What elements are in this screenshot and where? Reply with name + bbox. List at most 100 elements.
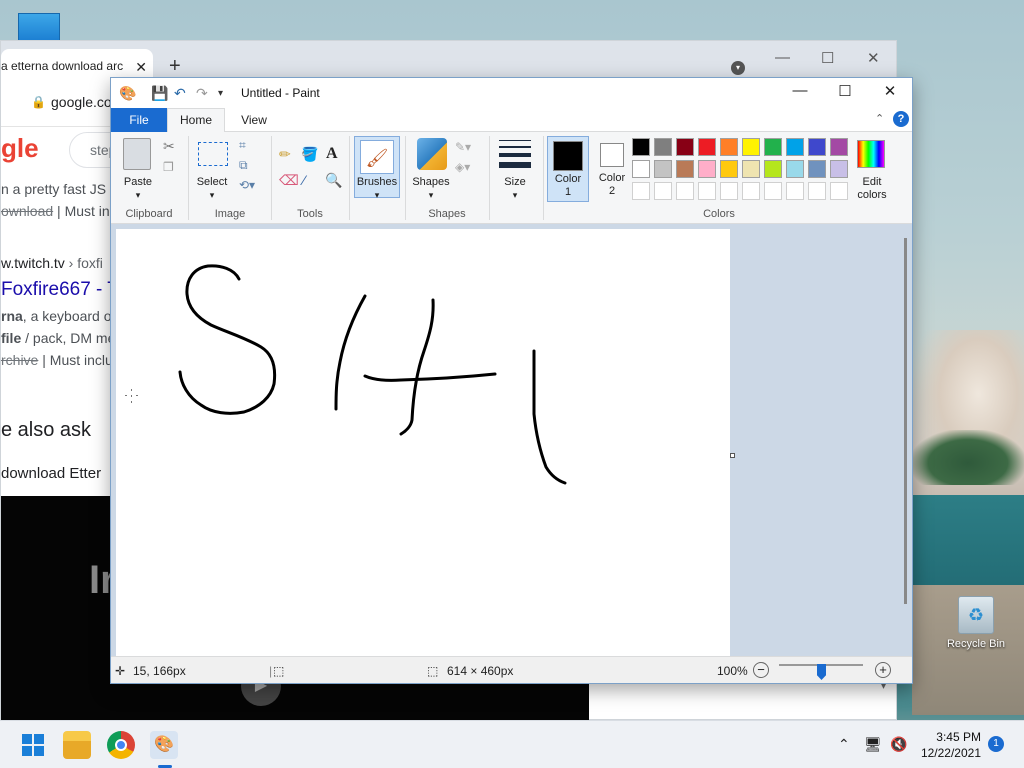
palette-swatch[interactable] (830, 182, 848, 200)
size-button[interactable]: Size (493, 176, 537, 189)
tab-file[interactable]: File (111, 108, 167, 132)
rotate-icon[interactable]: ⟲▾ (239, 178, 255, 192)
zoom-out-button[interactable]: − (753, 662, 769, 678)
drawing-canvas[interactable] (116, 229, 730, 656)
tab-home[interactable]: Home (167, 108, 225, 133)
palette-swatch[interactable] (698, 160, 716, 178)
zoom-slider-thumb[interactable] (817, 664, 826, 680)
collapse-ribbon-icon[interactable]: ⌃ (875, 112, 884, 125)
cut-icon[interactable]: ✂ (163, 138, 175, 155)
palette-swatch[interactable] (742, 138, 760, 156)
paint-app-icon[interactable]: 🎨 (119, 85, 136, 102)
network-icon[interactable]: 🖥 (864, 736, 882, 753)
size-dropdown-icon[interactable]: ▾ (493, 189, 537, 202)
chrome-minimize-button[interactable]: — (775, 49, 790, 66)
people-also-ask-question[interactable]: download Etter (1, 465, 101, 482)
desktop-folder-icon[interactable] (18, 13, 60, 43)
select-button[interactable]: Select (191, 176, 233, 189)
palette-swatch[interactable] (632, 182, 650, 200)
customize-toolbar-icon[interactable]: ▾ (218, 88, 223, 99)
shapes-dropdown-icon[interactable]: ▾ (409, 189, 453, 202)
color1-button[interactable]: Color 1 (547, 136, 589, 202)
tab-search-icon[interactable]: ▾ (731, 61, 745, 75)
scrollbar-thumb[interactable] (904, 238, 907, 604)
volume-muted-icon[interactable]: 🔇 (890, 736, 907, 753)
paste-icon[interactable] (123, 138, 151, 170)
palette-swatch[interactable] (676, 160, 694, 178)
outline-icon[interactable]: ✎▾ (455, 140, 471, 154)
select-dropdown-icon[interactable]: ▾ (191, 189, 233, 202)
palette-swatch[interactable] (764, 182, 782, 200)
shapes-icon[interactable] (417, 138, 447, 170)
chrome-close-button[interactable]: ✕ (867, 49, 880, 67)
fill-icon[interactable]: 🪣 (301, 146, 318, 163)
palette-swatch[interactable] (720, 182, 738, 200)
paint-close-button[interactable]: ✕ (867, 82, 913, 104)
palette-swatch[interactable] (654, 160, 672, 178)
tab-view[interactable]: View (229, 108, 279, 132)
palette-swatch[interactable] (786, 160, 804, 178)
chrome-maximize-button[interactable]: ☐ (821, 49, 834, 67)
google-logo[interactable]: gle (1, 133, 39, 164)
palette-swatch[interactable] (830, 138, 848, 156)
color2-button[interactable]: Color 2 (591, 136, 633, 202)
taskbar-clock[interactable]: 3:45 PM 12/22/2021 (915, 729, 981, 761)
pencil-icon[interactable]: ✏ (279, 146, 291, 163)
fill-shape-icon[interactable]: ◈▾ (455, 160, 470, 174)
result-title-link[interactable]: Foxfire667 - T (1, 279, 119, 301)
size-icon[interactable] (499, 140, 531, 168)
palette-swatch[interactable] (764, 138, 782, 156)
shapes-button[interactable]: Shapes (409, 176, 453, 189)
palette-swatch[interactable] (720, 160, 738, 178)
resize-icon[interactable]: ⧉ (239, 158, 248, 173)
palette-swatch[interactable] (830, 160, 848, 178)
palette-swatch[interactable] (786, 182, 804, 200)
paste-button[interactable]: Paste (117, 176, 159, 189)
redo-icon[interactable]: ↷ (196, 85, 208, 102)
canvas-resize-handle-right[interactable] (730, 453, 735, 458)
palette-swatch[interactable] (654, 182, 672, 200)
file-explorer-icon[interactable] (63, 731, 91, 759)
palette-swatch[interactable] (632, 160, 650, 178)
lock-icon[interactable]: 🔒 (31, 95, 46, 109)
start-button[interactable] (19, 731, 47, 759)
chevron-up-icon[interactable]: ⌃ (838, 736, 850, 753)
close-tab-icon[interactable]: ✕ (135, 59, 147, 76)
palette-swatch[interactable] (808, 138, 826, 156)
undo-icon[interactable]: ↶ (174, 85, 186, 102)
text-icon[interactable]: A (326, 145, 338, 163)
copy-icon[interactable]: ❐ (163, 160, 174, 174)
zoom-in-button[interactable]: + (875, 662, 891, 678)
palette-swatch[interactable] (742, 160, 760, 178)
select-icon[interactable] (198, 142, 228, 166)
palette-swatch[interactable] (698, 138, 716, 156)
edit-colors-icon[interactable] (857, 140, 885, 168)
palette-swatch[interactable] (632, 138, 650, 156)
color-picker-icon[interactable]: ⁄ (303, 172, 305, 188)
paint-taskbar-icon[interactable]: 🎨 (150, 731, 178, 759)
paint-window[interactable]: 🎨 💾 ↶ ↷ ▾ Untitled - Paint — ☐ ✕ File Ho… (110, 77, 913, 684)
magnifier-icon[interactable]: 🔍 (325, 172, 342, 189)
crop-icon[interactable]: ⌗ (239, 138, 246, 153)
palette-swatch[interactable] (764, 160, 782, 178)
help-icon[interactable]: ? (893, 111, 909, 127)
palette-swatch[interactable] (720, 138, 738, 156)
recycle-bin-shortcut[interactable]: ♻ Recycle Bin (940, 596, 1012, 650)
canvas-vertical-scrollbar[interactable] (900, 224, 912, 656)
edit-colors-button[interactable]: Edit colors (849, 176, 895, 202)
paint-minimize-button[interactable]: — (777, 82, 823, 104)
palette-swatch[interactable] (786, 138, 804, 156)
palette-swatch[interactable] (676, 182, 694, 200)
paste-dropdown-icon[interactable]: ▾ (117, 189, 159, 202)
save-icon[interactable]: 💾 (151, 85, 168, 102)
palette-swatch[interactable] (698, 182, 716, 200)
palette-swatch[interactable] (742, 182, 760, 200)
new-tab-button[interactable]: + (169, 55, 181, 78)
chrome-taskbar-icon[interactable] (107, 731, 135, 759)
palette-swatch[interactable] (808, 182, 826, 200)
notification-badge[interactable]: 1 (988, 736, 1004, 752)
address-bar-url[interactable]: google.co (51, 94, 112, 110)
brushes-button[interactable]: 🖌 Brushes ▾ (354, 136, 400, 200)
palette-swatch[interactable] (654, 138, 672, 156)
eraser-icon[interactable]: ⌫ (279, 172, 299, 189)
